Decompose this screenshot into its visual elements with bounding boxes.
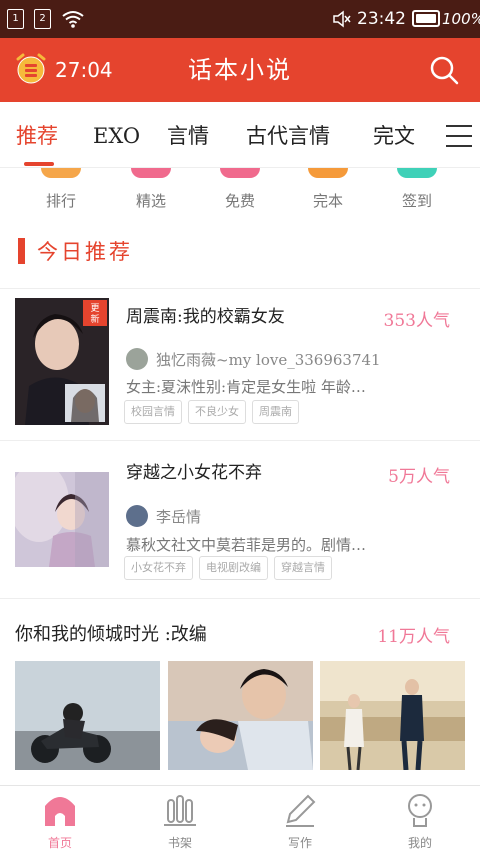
book-description: 慕秋文社文中莫若菲是男的。剧情… <box>126 536 367 554</box>
tag[interactable]: 周震南 <box>252 400 299 424</box>
nav-label: 我的 <box>407 836 432 850</box>
feature-title[interactable]: 你和我的倾城时光 :改编 <box>15 620 207 646</box>
shortcut-label: 免费 <box>224 192 255 210</box>
complete-icon <box>308 168 348 178</box>
book-title[interactable]: 周震南:我的校霸女友 <box>126 306 285 328</box>
shortcut-label: 精选 <box>135 192 166 210</box>
tab-recommend[interactable]: 推荐 <box>16 122 58 150</box>
nav-home[interactable]: 首页 <box>20 792 100 851</box>
tab-ancient-romance[interactable]: 古代言情 <box>246 122 330 150</box>
shortcut-checkin[interactable]: 签到 <box>372 168 462 211</box>
home-icon <box>45 797 75 826</box>
lobby-image <box>320 661 465 770</box>
pen-icon <box>286 794 316 827</box>
divider <box>0 598 480 599</box>
ranking-icon <box>41 168 81 178</box>
book-popularity: 5万人气 <box>388 467 450 487</box>
author-avatar <box>126 505 148 527</box>
nav-profile[interactable]: 我的 <box>380 792 460 851</box>
book-row[interactable]: 更 新 周震南:我的校霸女友 353人气 独忆雨薇~my love_336963… <box>0 298 480 438</box>
status-bar: 1 2 23:42 100% <box>0 0 480 38</box>
cover-image <box>15 472 109 567</box>
divider <box>0 440 480 441</box>
sim1-icon: 1 <box>7 9 24 29</box>
shortcut-label: 签到 <box>401 192 432 210</box>
book-popularity: 353人气 <box>383 311 450 331</box>
author-name: 独忆雨薇~my love_336963741 <box>156 351 381 369</box>
shortcut-complete[interactable]: 完本 <box>283 168 373 211</box>
nav-label: 首页 <box>47 836 72 850</box>
shortcut-ranking[interactable]: 排行 <box>16 168 106 211</box>
book-description: 女主:夏沫性别:肯定是女生啦 年龄… <box>126 378 366 396</box>
tag[interactable]: 小女花不弃 <box>124 556 193 580</box>
tab-finished[interactable]: 完文 <box>373 122 415 150</box>
feature-image[interactable] <box>15 661 160 770</box>
bookshelf-icon <box>164 795 196 826</box>
search-icon[interactable] <box>428 54 460 86</box>
shortcut-selected[interactable]: 精选 <box>106 168 196 211</box>
active-tab-indicator <box>24 162 54 166</box>
menu-icon[interactable] <box>446 125 472 147</box>
book-row[interactable]: 穿越之小女花不弃 5万人气 李岳情 慕秋文社文中莫若菲是男的。剧情… 小女花不弃… <box>0 463 480 584</box>
tag[interactable]: 穿越言情 <box>274 556 332 580</box>
free-icon <box>220 168 260 178</box>
tag-list: 小女花不弃 电视剧改编 穿越言情 <box>124 556 338 580</box>
wifi-icon <box>62 11 84 28</box>
nav-label: 写作 <box>287 836 312 850</box>
tag-list: 校园言情 不良少女 周震南 <box>124 400 305 424</box>
section-title: 今日推荐 <box>37 240 133 264</box>
battery-icon <box>412 10 440 27</box>
profile-icon <box>408 794 432 827</box>
shortcut-free[interactable]: 免费 <box>195 168 285 211</box>
status-time: 23:42 <box>357 9 406 29</box>
sim2-icon: 2 <box>34 9 51 29</box>
book-title[interactable]: 穿越之小女花不弃 <box>126 462 262 484</box>
app-title: 话本小说 <box>188 56 292 84</box>
couple-image <box>168 661 313 770</box>
today-recommend-heading: 今日推荐 <box>0 232 480 272</box>
author-avatar <box>126 348 148 370</box>
category-tabs: 推荐 EXO 言情 古代言情 完文 <box>0 102 480 168</box>
feature-popularity: 11万人气 <box>377 627 450 647</box>
mute-icon <box>333 10 351 28</box>
divider <box>0 288 480 289</box>
motorcycle-image <box>15 661 160 770</box>
feature-image[interactable] <box>320 661 465 770</box>
nav-bookshelf[interactable]: 书架 <box>140 792 220 851</box>
svg-text:新: 新 <box>90 313 99 325</box>
shortcut-label: 完本 <box>312 192 343 210</box>
shortcut-label: 排行 <box>45 192 76 210</box>
tag[interactable]: 不良少女 <box>188 400 246 424</box>
bottom-navigation: 首页 书架 写作 我的 <box>0 785 480 854</box>
nav-label: 书架 <box>167 836 192 850</box>
selected-icon <box>131 168 171 178</box>
tab-romance[interactable]: 言情 <box>167 122 209 150</box>
author-name: 李岳情 <box>156 508 202 526</box>
category-shortcuts: 排行 精选 免费 完本 签到 <box>0 168 480 216</box>
book-cover[interactable]: 更 新 <box>15 298 109 425</box>
app-header: 27:04 话本小说 <box>0 38 480 102</box>
cover-image: 更 新 <box>15 298 109 425</box>
svg-text:更: 更 <box>90 303 99 314</box>
battery-percent: 100% <box>442 10 480 28</box>
feature-image[interactable] <box>168 661 313 770</box>
nav-write[interactable]: 写作 <box>260 792 340 851</box>
tag[interactable]: 电视剧改编 <box>199 556 268 580</box>
book-cover[interactable] <box>15 472 109 567</box>
tag[interactable]: 校园言情 <box>124 400 182 424</box>
section-accent-bar <box>18 238 25 264</box>
tab-exo[interactable]: EXO <box>93 122 140 150</box>
checkin-icon <box>397 168 437 178</box>
